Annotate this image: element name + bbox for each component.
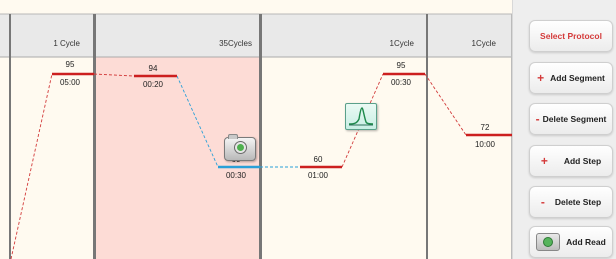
add-segment-button[interactable]: + Add Segment [529, 62, 613, 94]
stage-1-cycles: 1 Cycle [53, 39, 80, 48]
add-read-label: Add Read [566, 237, 606, 247]
plus-icon: + [540, 154, 548, 168]
stage-divider-2 [259, 14, 262, 259]
select-protocol-button[interactable]: Select Protocol [529, 20, 613, 52]
stage-divider-1 [93, 14, 96, 259]
camera-icon [536, 233, 561, 251]
select-protocol-label: Select Protocol [540, 31, 602, 41]
plus-icon: + [537, 71, 545, 85]
melt-curve-graphic [348, 107, 374, 126]
delete-segment-button[interactable]: - Delete Segment [529, 103, 613, 135]
step-4-time[interactable]: 01:00 [298, 171, 338, 180]
step-5-time[interactable]: 00:30 [381, 78, 421, 87]
add-step-label: Add Step [563, 156, 602, 166]
ramp-5-6 [424, 73, 467, 136]
step-2-time[interactable]: 00:20 [133, 80, 173, 89]
delete-segment-label: Delete Segment [542, 114, 607, 124]
ramp-start [10, 73, 53, 259]
step-2-temp[interactable]: 94 [133, 64, 173, 73]
stage-3-cycles: 1Cycle [389, 39, 414, 48]
stage-2-cycles: 35Cycles [219, 39, 252, 48]
stage-divider-3 [426, 14, 428, 259]
step-4-temp[interactable]: 60 [298, 155, 338, 164]
stage-header-band [0, 14, 512, 57]
delete-step-button[interactable]: - Delete Step [529, 186, 613, 218]
step-5-temp[interactable]: 95 [381, 61, 421, 70]
add-step-button[interactable]: + Add Step [529, 145, 613, 177]
camera-icon[interactable] [224, 134, 256, 161]
protocol-editor[interactable]: 1 Cycle 35Cycles 1Cycle 1Cycle 95 05:00 … [0, 0, 512, 259]
delete-step-label: Delete Step [554, 197, 602, 207]
add-read-button[interactable]: Add Read [529, 226, 613, 258]
step-1-temp[interactable]: 95 [50, 60, 90, 69]
step-3-time[interactable]: 00:30 [216, 171, 256, 180]
action-sidebar: Select Protocol + Add Segment - Delete S… [512, 0, 616, 259]
step-1-time[interactable]: 05:00 [50, 78, 90, 87]
melt-curve-icon[interactable] [345, 103, 377, 130]
minus-icon: - [535, 112, 540, 126]
stage-divider-left [9, 14, 11, 259]
minus-icon: - [540, 195, 545, 209]
step-6-time[interactable]: 10:00 [465, 140, 505, 149]
stage-4-cycles: 1Cycle [471, 39, 496, 48]
step-6-temp[interactable]: 72 [465, 123, 505, 132]
add-segment-label: Add Segment [550, 73, 605, 83]
